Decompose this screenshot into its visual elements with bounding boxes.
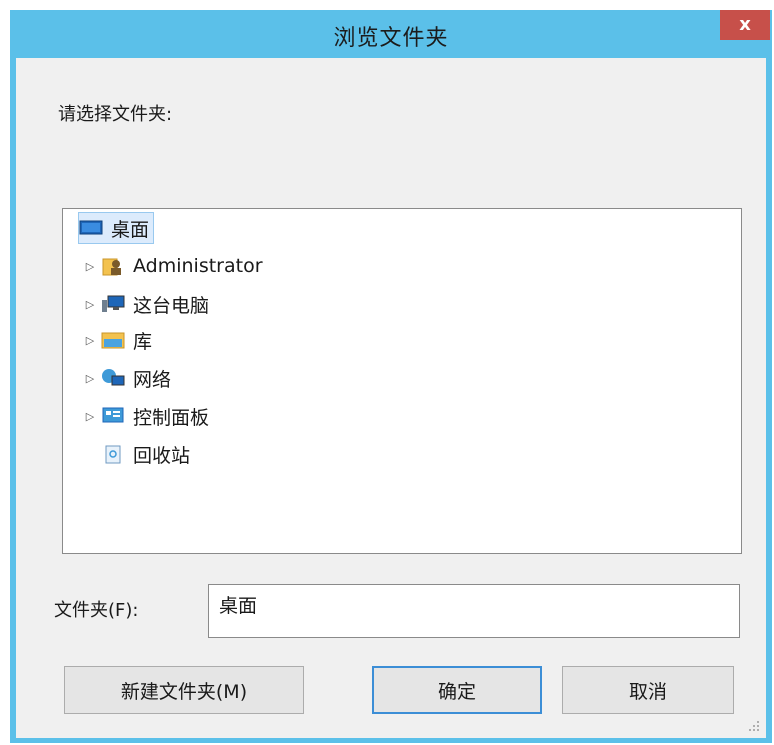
tree-item-this-pc[interactable]: ▷ 这台电脑 bbox=[83, 289, 209, 319]
library-icon bbox=[101, 332, 125, 349]
tree-item-label: 网络 bbox=[133, 368, 172, 391]
network-icon bbox=[102, 369, 125, 386]
computer-icon bbox=[102, 295, 125, 312]
tree-item-recycle-bin[interactable]: 回收站 bbox=[101, 439, 190, 469]
tree-item-label: 控制面板 bbox=[133, 406, 210, 429]
title-bar[interactable]: 浏览文件夹 x bbox=[10, 10, 772, 58]
expand-arrow-icon[interactable]: ▷ bbox=[83, 372, 97, 385]
folder-tree[interactable]: 桌面 ▷ Administrator ▷ 这台电脑 ▷ 库 ▷ 网络 ▷ 控制面… bbox=[62, 208, 742, 554]
expand-arrow-icon[interactable]: ▷ bbox=[83, 334, 97, 347]
tree-item-administrator[interactable]: ▷ Administrator bbox=[83, 251, 263, 281]
control-panel-icon bbox=[102, 407, 124, 423]
tree-item-label: 这台电脑 bbox=[133, 294, 210, 317]
expand-arrow-icon[interactable]: ▷ bbox=[83, 298, 97, 311]
dialog-client-area: 请选择文件夹: 桌面 ▷ Administrator ▷ 这台电脑 ▷ 库 ▷ … bbox=[16, 58, 766, 738]
expand-arrow-icon[interactable]: ▷ bbox=[83, 260, 97, 273]
folder-input[interactable]: 桌面 bbox=[208, 584, 740, 638]
browse-folder-dialog: 浏览文件夹 x 请选择文件夹: 桌面 ▷ Administrator ▷ 这台电… bbox=[10, 10, 772, 743]
expand-arrow-icon[interactable]: ▷ bbox=[83, 410, 97, 423]
dialog-title: 浏览文件夹 bbox=[333, 26, 449, 51]
folder-field-label: 文件夹(F): bbox=[54, 600, 139, 621]
new-folder-button[interactable]: 新建文件夹(M) bbox=[64, 666, 304, 714]
prompt-label: 请选择文件夹: bbox=[58, 104, 173, 125]
tree-item-control-panel[interactable]: ▷ 控制面板 bbox=[83, 401, 209, 431]
tree-item-label: 回收站 bbox=[133, 444, 191, 467]
user-folder-icon bbox=[102, 258, 121, 276]
resize-grip-icon[interactable] bbox=[748, 720, 760, 732]
tree-item-label: Administrator bbox=[133, 255, 263, 277]
ok-button[interactable]: 确定 bbox=[372, 666, 542, 714]
tree-item-libraries[interactable]: ▷ 库 bbox=[83, 325, 152, 355]
tree-item-network[interactable]: ▷ 网络 bbox=[83, 363, 171, 393]
close-button[interactable]: x bbox=[720, 10, 770, 40]
tree-item-label: 桌面 bbox=[111, 218, 150, 241]
recycle-bin-icon bbox=[105, 445, 121, 464]
desktop-icon bbox=[79, 220, 103, 235]
cancel-button[interactable]: 取消 bbox=[562, 666, 734, 714]
tree-item-desktop[interactable]: 桌面 bbox=[77, 212, 155, 244]
tree-item-label: 库 bbox=[133, 330, 153, 353]
